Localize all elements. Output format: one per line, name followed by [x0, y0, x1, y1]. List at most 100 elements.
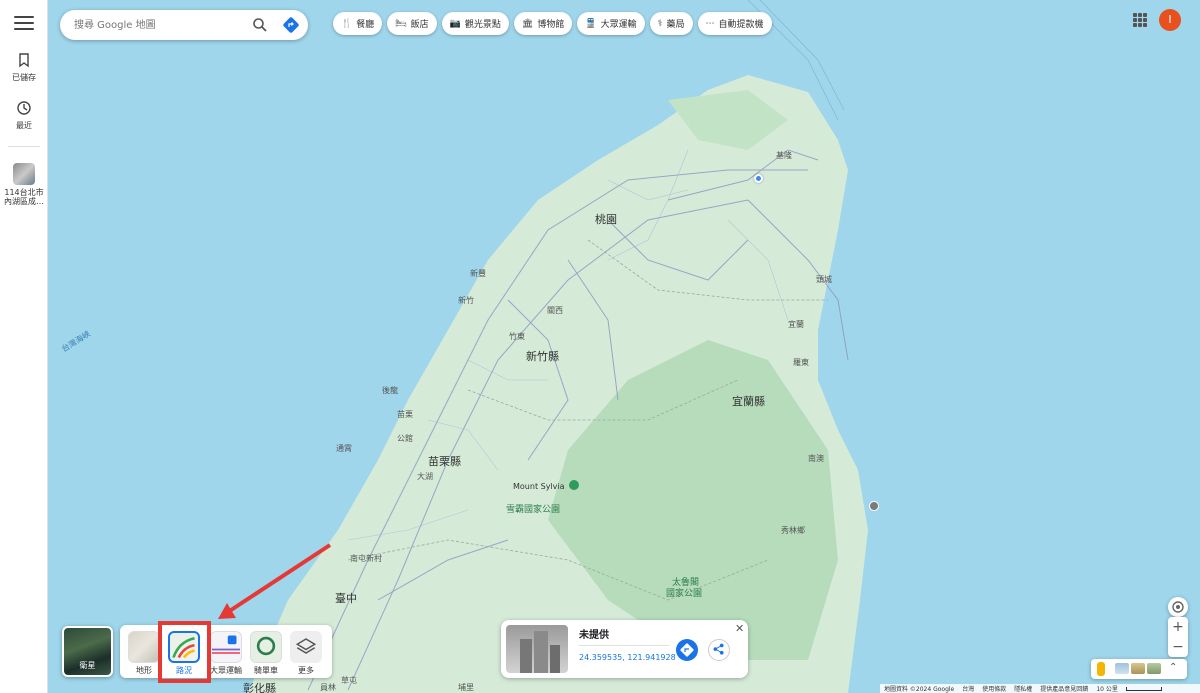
saved-label: 已儲存	[12, 73, 36, 82]
layer-transit[interactable]: 大眾運輸	[208, 631, 244, 676]
more-thumbnail	[290, 631, 322, 663]
annotation-arrow	[218, 543, 332, 619]
satellite-layer-button[interactable]: 衛星	[62, 626, 113, 677]
footer-feedback[interactable]: 提供產品意見回饋	[1040, 684, 1088, 693]
chip-transit[interactable]: 🚆 大眾運輸	[577, 12, 645, 35]
map-label-nantun: 南屯新村	[350, 554, 382, 563]
layer-label: 地形	[136, 666, 152, 675]
layer-more[interactable]: 更多	[288, 631, 324, 676]
menu-icon[interactable]	[14, 16, 34, 30]
footer-privacy[interactable]: 隱私權	[1014, 684, 1032, 693]
expand-icon[interactable]: ⌃	[1169, 662, 1177, 673]
imagery-thumb-2[interactable]	[1131, 663, 1145, 674]
category-chips: 🍴 餐廳 🛏 飯店 📷 觀光景點 🏛 博物館 🚆 大眾運輸 ⚕ 藥局 ⋯ 自動提款機	[333, 12, 772, 36]
chip-restaurants[interactable]: 🍴 餐廳	[333, 12, 383, 35]
chip-label: 自動提款機	[718, 20, 764, 30]
directions-button[interactable]	[676, 639, 698, 661]
map-label-nanao: 南澳	[808, 454, 824, 463]
map-label-yilan: 宜蘭	[788, 320, 804, 329]
layers-icon	[295, 638, 317, 654]
layers-panel: 地形 路況 大眾運輸 騎單車 更多	[120, 625, 332, 678]
apps-grid-icon[interactable]	[1133, 13, 1147, 27]
map-label-houlong: 後龍	[382, 386, 398, 395]
map-label-caotun: 草屯	[341, 676, 357, 685]
map-label-hsinchu: 新竹	[458, 296, 474, 305]
search-icon[interactable]	[252, 17, 268, 33]
layer-label: 大眾運輸	[210, 666, 242, 675]
recent-button[interactable]: 最近	[0, 100, 48, 131]
directions-icon[interactable]	[282, 16, 300, 34]
footer-scale[interactable]: 10 公里	[1096, 684, 1118, 693]
bicycling-thumbnail	[250, 631, 282, 663]
transit-thumbnail	[210, 631, 242, 663]
chip-museums[interactable]: 🏛 博物館	[513, 12, 573, 35]
map-label-guanxi: 關西	[547, 306, 563, 315]
map-label-keelung: 基隆	[776, 151, 792, 160]
chip-label: 大眾運輸	[600, 20, 637, 30]
saved-button[interactable]: 已儲存	[0, 52, 48, 83]
directions-icon	[680, 643, 694, 657]
imagery-thumb-1[interactable]	[1115, 663, 1129, 674]
imagery-thumb-3[interactable]	[1147, 663, 1161, 674]
pharmacy-icon: ⚕	[657, 18, 663, 29]
chip-label: 餐廳	[356, 20, 375, 30]
map-label-yilan-county: 宜蘭縣	[732, 395, 765, 408]
chip-hotels[interactable]: 🛏 飯店	[387, 12, 437, 35]
map-label-changhua: 彰化縣	[243, 682, 276, 693]
restaurant-icon: 🍴	[341, 18, 353, 29]
place-photo[interactable]	[506, 625, 568, 673]
zoom-out-button[interactable]: −	[1168, 637, 1188, 657]
chip-label: 藥局	[666, 20, 685, 30]
chip-atms[interactable]: ⋯ 自動提款機	[697, 12, 772, 35]
building-icon	[520, 631, 560, 673]
peak-marker-icon[interactable]	[569, 480, 579, 490]
atm-icon: ⋯	[705, 18, 715, 29]
place-coordinates[interactable]: 24.359535, 121.941928	[579, 653, 676, 662]
zoom-control: + −	[1168, 617, 1188, 657]
search-input[interactable]	[74, 16, 234, 34]
chip-pharmacies[interactable]: ⚕ 藥局	[649, 12, 693, 35]
map-label-toucheng: 頭城	[816, 275, 832, 284]
chip-attractions[interactable]: 📷 觀光景點	[441, 12, 509, 35]
map-label-mount-sylvia: Mount Sylvia	[513, 482, 565, 491]
train-icon: 🚆	[585, 18, 597, 29]
recent-place-item[interactable]: 114台北市內湖區成…	[0, 163, 48, 206]
share-button[interactable]	[708, 639, 730, 661]
map-label-tongxiao: 通霄	[336, 444, 352, 453]
map-label-yuanlin: 員林	[320, 683, 336, 692]
recent-place-thumbnail	[13, 163, 35, 185]
map-label-xinfeng: 新豐	[470, 269, 486, 278]
map-label-dahu: 大湖	[417, 472, 433, 481]
scale-bar	[1125, 686, 1162, 691]
map-label-puli: 埔里	[458, 683, 474, 692]
terrain-thumbnail	[128, 631, 160, 663]
recent-label: 最近	[16, 121, 32, 130]
layer-terrain[interactable]: 地形	[126, 631, 162, 676]
map-label-xiulin: 秀林鄉	[781, 526, 805, 535]
map-label-gongguan: 公館	[397, 434, 413, 443]
hotel-icon: 🛏	[395, 18, 407, 29]
map-label-shei-pa: 雪霸國家公園	[506, 505, 561, 515]
footer-region[interactable]: 台灣	[962, 684, 974, 693]
place-title: 未提供	[579, 630, 609, 641]
location-target-icon	[1172, 601, 1184, 613]
current-location-marker[interactable]	[754, 174, 763, 183]
street-view-bar: ⌃	[1091, 659, 1187, 679]
map-label-luodong: 羅東	[793, 358, 809, 367]
zoom-in-button[interactable]: +	[1168, 617, 1188, 637]
map-footer: 地圖資料 ©2024 Google 台灣 使用條款 隱私權 提供產品意見回饋 1…	[880, 684, 1200, 693]
close-icon[interactable]: ✕	[735, 622, 744, 635]
place-card[interactable]: 未提供 24.359535, 121.941928 ✕	[501, 620, 748, 678]
my-location-button[interactable]	[1168, 597, 1188, 617]
pegman-icon[interactable]	[1097, 662, 1105, 676]
side-rail: 已儲存 最近 114台北市內湖區成…	[0, 0, 48, 693]
search-box[interactable]	[60, 10, 308, 40]
footer-terms[interactable]: 使用條款	[982, 684, 1006, 693]
map-label-taichung: 臺中	[335, 592, 357, 605]
map-label-hsinchu-county: 新竹縣	[526, 350, 559, 363]
map-label-miaoli: 苗栗	[397, 410, 413, 419]
account-avatar[interactable]: I	[1159, 9, 1181, 31]
poi-marker-icon[interactable]	[869, 501, 879, 511]
layer-bicycling[interactable]: 騎單車	[248, 631, 284, 676]
map-label-zhudong: 竹東	[509, 332, 525, 341]
